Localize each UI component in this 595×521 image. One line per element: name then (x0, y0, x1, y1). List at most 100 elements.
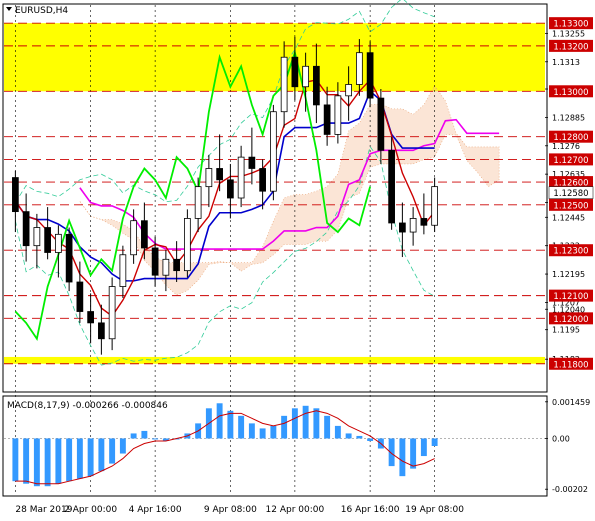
candle-body (313, 65, 320, 106)
macd-title: MACD(8,17,9) -0.000266 -0.000846 (7, 401, 168, 411)
level-label: 1.12500 (553, 201, 588, 211)
macd-bar (399, 438, 406, 477)
macd-tick-label: 0.00 (552, 434, 570, 443)
time-label: 19 Apr 08:00 (405, 505, 464, 515)
candle-body (227, 179, 234, 199)
level-label: 1.13200 (553, 42, 588, 52)
price-tick-label: 1.12195 (552, 270, 585, 279)
price-tick-label: 1.13255 (552, 29, 585, 38)
candle-body (22, 211, 30, 247)
candle-body (173, 258, 180, 272)
macd-bar (281, 415, 288, 439)
candle-body (323, 104, 331, 135)
candle-body (162, 258, 170, 276)
macd-bar (270, 425, 277, 439)
macd-tick-label: -0.00202 (552, 485, 588, 494)
level-label: 1.13300 (553, 20, 588, 30)
macd-tick-label: 0.001459 (552, 398, 590, 407)
chart-canvas: 1.132551.13131.13011.128851.12761.126351… (2, 0, 594, 515)
time-label: 16 Apr 16:00 (341, 505, 400, 515)
candle-body (55, 233, 62, 253)
macd-bar (431, 438, 438, 446)
candle-body (302, 65, 309, 88)
candle-body (248, 156, 256, 169)
macd-bar (291, 408, 298, 439)
support-resistance-zone (4, 23, 545, 92)
candle-body (259, 168, 266, 192)
level-labels: 1.133001.132001.130001.128001.127001.126… (548, 17, 594, 370)
macd-bar (141, 430, 148, 439)
candle-body (409, 218, 417, 233)
candle-body (44, 227, 51, 253)
candle-body (119, 254, 127, 287)
candle-body (356, 52, 363, 85)
price-tick-label: 1.12445 (552, 213, 585, 222)
candle-body (98, 322, 105, 340)
macd-pane-frame (2, 395, 548, 497)
level-label: 1.11800 (553, 360, 588, 370)
macd-bar (109, 438, 116, 464)
time-label: 2 Apr 00:00 (64, 505, 117, 515)
level-label: 1.12300 (553, 247, 588, 257)
macd-bar (33, 438, 40, 487)
macd-bar (216, 403, 223, 439)
candle-body (12, 177, 19, 213)
candle-body (366, 52, 374, 99)
level-label: 1.12800 (553, 133, 588, 143)
candle-body (237, 156, 245, 199)
macd-bar (410, 438, 417, 469)
current-price-label: 1.12580 (553, 189, 588, 199)
time-axis-labels: 28 Mar 20192 Apr 00:00 4 Apr 16:00 9 Apr 0… (15, 505, 464, 515)
price-tick-label: 1.1195 (552, 326, 580, 335)
macd-bar (23, 438, 30, 484)
candle-body (377, 97, 385, 151)
macd-bar (130, 433, 137, 439)
macd-bar (152, 438, 159, 440)
macd-bar (302, 405, 309, 439)
level-label: 1.12700 (553, 156, 588, 166)
candle-body (33, 227, 41, 247)
candle-body (141, 220, 148, 249)
support-resistance-zone (4, 356, 545, 364)
macd-bar (87, 438, 94, 477)
macd-bar (98, 438, 105, 472)
candle-body (130, 220, 137, 256)
macd-bar (44, 438, 51, 487)
candle-body (431, 186, 438, 226)
candle-body (87, 311, 94, 324)
candle-body (334, 95, 342, 135)
time-label: 12 Apr 00:00 (266, 505, 325, 515)
price-tick-label: 1.1313 (552, 58, 580, 67)
macd-bar (227, 410, 234, 439)
candle-body (216, 168, 223, 181)
macd-bar (345, 433, 352, 439)
candle-body (108, 286, 116, 340)
macd-axis-ticks: 0.001459 0.00 -0.00202 (545, 398, 590, 494)
macd-bar (367, 438, 374, 441)
candle-body (205, 168, 213, 188)
macd-bar (324, 415, 331, 439)
macd-bar (259, 428, 266, 439)
candle-body (388, 149, 395, 224)
candle-body (151, 247, 159, 276)
price-tick-label: 1.12885 (552, 113, 585, 122)
level-label: 1.12000 (553, 315, 588, 325)
level-label: 1.13000 (553, 88, 588, 98)
candle-body (194, 186, 202, 219)
macd-bar (313, 408, 320, 439)
macd-bar (248, 423, 255, 439)
macd-bar (55, 438, 62, 484)
candle-body (345, 84, 352, 97)
macd-bar (119, 438, 126, 454)
candle-body (184, 218, 191, 272)
macd-bar (420, 438, 427, 457)
macd-bar (238, 415, 245, 439)
macd-bar (334, 425, 341, 439)
candle-body (399, 222, 406, 233)
time-label: 9 Apr 08:00 (204, 505, 257, 515)
candle-body (76, 281, 84, 312)
candle-body (270, 111, 277, 192)
candle-body (280, 56, 288, 113)
macd-bar (356, 435, 363, 439)
level-label: 1.12100 (553, 292, 588, 302)
